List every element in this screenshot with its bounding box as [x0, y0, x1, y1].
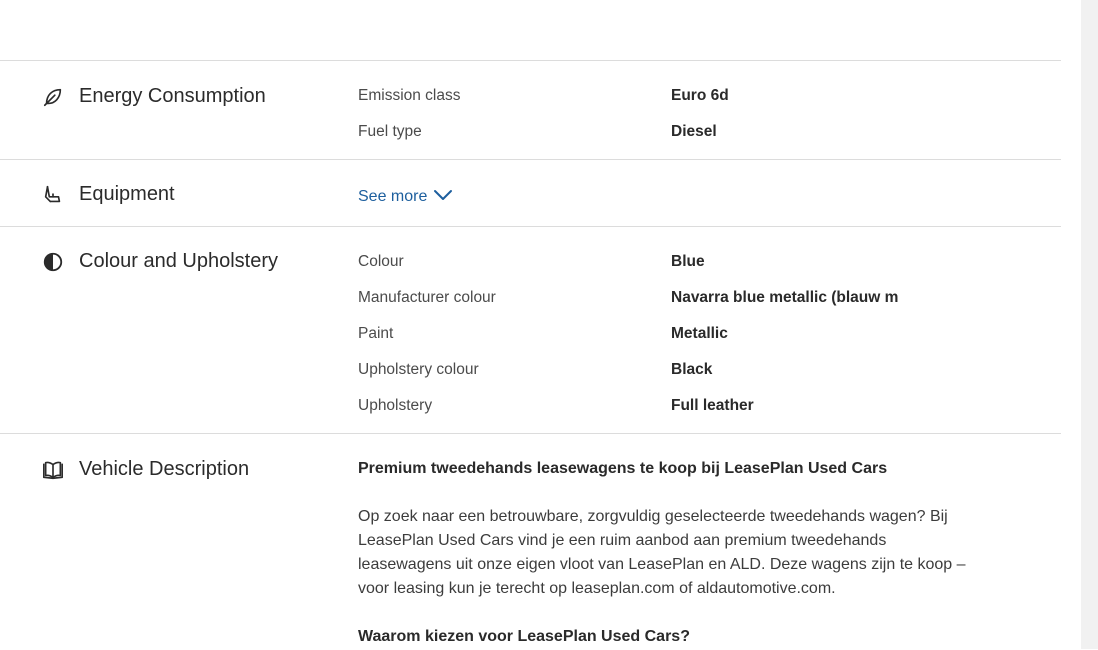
open-book-icon [42, 459, 64, 481]
half-circle-icon [42, 251, 64, 273]
spec-label: Manufacturer colour [358, 289, 496, 306]
seat-icon [42, 184, 64, 206]
see-more-label: See more [358, 188, 428, 205]
see-more-button[interactable]: See more [358, 188, 453, 206]
spec-value: Euro 6d [671, 87, 729, 104]
section-energy-consumption: Energy Consumption Emission class Euro 6… [0, 60, 1061, 160]
spec-label: Paint [358, 325, 394, 342]
spec-label: Fuel type [358, 123, 422, 140]
spec-value: Blue [671, 253, 705, 270]
description-body: Premium tweedehands leasewagens te koop … [358, 457, 978, 649]
section-title-text: Energy Consumption [79, 85, 266, 107]
section-title-text: Colour and Upholstery [79, 250, 278, 272]
section-title-text: Equipment [79, 183, 175, 205]
description-subheading: Waarom kiezen voor LeasePlan Used Cars? [358, 628, 690, 645]
spec-label: Upholstery colour [358, 361, 479, 378]
description-paragraph: Op zoek naar een betrouwbare, zorgvuldig… [358, 508, 966, 597]
section-title-energy: Energy Consumption [42, 85, 266, 108]
spec-value: Black [671, 361, 713, 378]
vertical-scrollbar[interactable] [1081, 0, 1098, 649]
section-vehicle-description: Vehicle Description Premium tweedehands … [0, 433, 1061, 650]
section-title-text: Vehicle Description [79, 458, 250, 480]
section-title-colour: Colour and Upholstery [42, 250, 278, 273]
spec-label: Emission class [358, 87, 461, 104]
spec-label: Upholstery [358, 397, 433, 414]
spec-label: Colour [358, 253, 404, 270]
section-title-equipment: Equipment [42, 183, 175, 206]
chevron-down-icon [427, 188, 453, 206]
spec-value: Navarra blue metallic (blauw m [671, 289, 899, 306]
spec-value: Diesel [671, 123, 717, 140]
section-equipment: Equipment See more [0, 159, 1061, 227]
section-colour-upholstery: Colour and Upholstery Colour Blue Manufa… [0, 226, 1061, 434]
spec-value: Metallic [671, 325, 728, 342]
description-heading: Premium tweedehands leasewagens te koop … [358, 460, 888, 477]
spec-value: Full leather [671, 397, 754, 414]
section-title-description: Vehicle Description [42, 458, 249, 481]
leaf-icon [42, 86, 64, 108]
